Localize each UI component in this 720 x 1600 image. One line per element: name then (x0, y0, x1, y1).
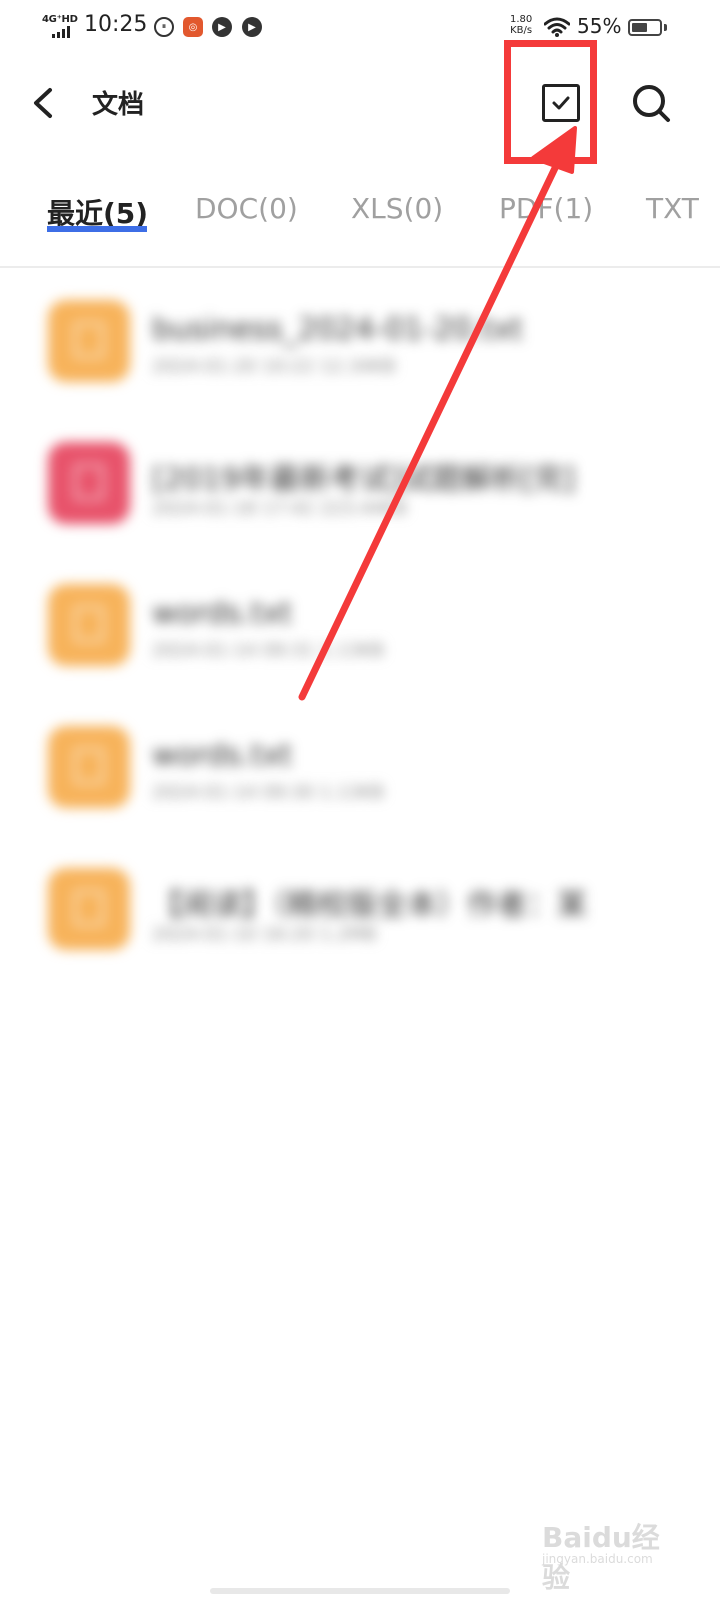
file-meta: 2024-01-14 09:30 1.13KB (152, 782, 385, 803)
wifi-icon (544, 17, 570, 37)
tab-pdf[interactable]: PDF(1) (499, 192, 593, 225)
file-meta: 2024-01-10 16:20 1.2MB (152, 924, 377, 945)
watermark-url: jingyan.baidu.com (542, 1552, 653, 1566)
list-item[interactable]: words.txt 2024-01-14 09:31 1.13KB (0, 554, 720, 694)
txt-file-icon (48, 584, 130, 666)
file-name: words.txt (152, 596, 293, 631)
data-saver-icon: ⏸ (154, 17, 174, 37)
tab-xls[interactable]: XLS(0) (351, 192, 443, 225)
file-name: words.txt (152, 738, 293, 773)
app-notification-icon: ◎ (183, 17, 203, 37)
active-tab-indicator (47, 226, 147, 232)
battery-percent: 55% (577, 14, 622, 38)
divider (0, 266, 720, 268)
tab-txt[interactable]: TXT (646, 192, 699, 225)
app-header: 文档 (0, 56, 720, 156)
file-meta: 2024-01-14 09:31 1.13KB (152, 640, 385, 661)
file-name: [2019年最新考试]试题解析[完] (152, 462, 576, 497)
network-speed: 1.80 KB/s (510, 14, 532, 36)
home-indicator (210, 1588, 510, 1594)
txt-file-icon (48, 300, 130, 382)
txt-file-icon (48, 726, 130, 808)
network-speed-unit: KB/s (510, 25, 533, 36)
file-name: business_2024-01-20.txt (152, 312, 523, 347)
video-notification-icon-2: ▶ (242, 17, 262, 37)
txt-file-icon (48, 868, 130, 950)
multi-select-checkbox-icon[interactable] (542, 84, 580, 122)
signal-icon (52, 26, 70, 38)
battery-icon (628, 19, 662, 36)
file-meta: 2024-01-18 17:42 223.44KB (152, 498, 408, 519)
clock: 10:25 (84, 12, 148, 37)
list-item[interactable]: business_2024-01-20.txt 2024-01-20 10:22… (0, 270, 720, 410)
baidu-watermark: Baidu经验 jingyan.baidu.com (540, 1500, 680, 1594)
search-icon[interactable] (630, 82, 672, 124)
file-type-tabs: 最近(5) DOC(0) XLS(0) PDF(1) TXT (0, 180, 720, 250)
page-title: 文档 (92, 90, 145, 120)
battery-tip (664, 24, 667, 31)
list-item[interactable]: 【阅读】（精校版全本）作者：某 2024-01-10 16:20 1.2MB (0, 838, 720, 978)
file-meta: 2024-01-20 10:22 12.34KB (152, 356, 396, 377)
video-notification-icon: ▶ (212, 17, 232, 37)
network-speed-value: 1.80 (510, 14, 533, 25)
network-type: 4G⁺HD (42, 14, 78, 25)
tab-doc[interactable]: DOC(0) (195, 192, 298, 225)
list-item[interactable]: words.txt 2024-01-14 09:30 1.13KB (0, 696, 720, 836)
pdf-file-icon (48, 442, 130, 524)
back-arrow-icon[interactable] (30, 86, 58, 120)
status-bar: 4G⁺HD 10:25 ⏸ ◎ ▶ ▶ 1.80 KB/s 55% (0, 0, 720, 56)
file-name: 【阅读】（精校版全本）作者：某 (152, 888, 587, 923)
checkmark-icon (552, 96, 570, 110)
list-item[interactable]: [2019年最新考试]试题解析[完] 2024-01-18 17:42 223.… (0, 412, 720, 552)
